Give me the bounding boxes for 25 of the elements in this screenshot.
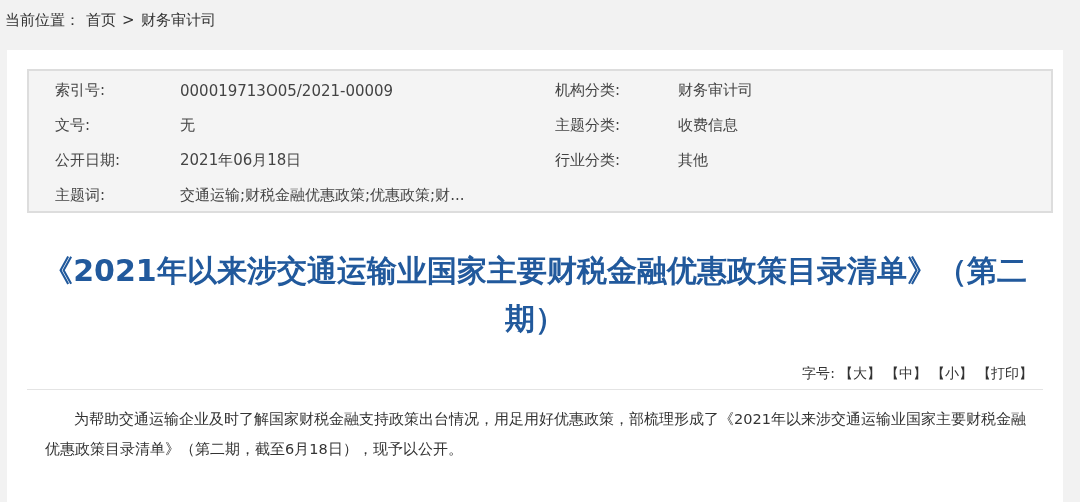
metadata-label: 主题分类:: [555, 116, 622, 135]
metadata-value: 其他: [678, 151, 709, 170]
metadata-value: 2021年06月18日: [180, 151, 303, 170]
metadata-label: 主题词:: [55, 186, 107, 205]
metadata-value: 收费信息: [678, 116, 739, 135]
article-paragraph: 为帮助交通运输企业及时了解国家财税金融支持政策出台情况，用足用好优惠政策，部梳理形成了《2021年以来涉交通运输业国家主要财税金融优惠政策目录清单》（第二期，截至6月18日），现予以公开。: [44, 410, 1027, 459]
metadata-label: 行业分类:: [555, 151, 622, 170]
metadata-label: 机构分类:: [555, 81, 622, 100]
breadcrumb-label: 当前位置：: [5, 10, 80, 30]
metadata-label: 索引号:: [55, 81, 107, 100]
breadcrumb-link[interactable]: 财务审计司: [140, 10, 216, 30]
font-size-option[interactable]: 【大】: [839, 365, 881, 383]
font-size-option[interactable]: 【打印】: [977, 365, 1033, 383]
metadata-value: 无: [180, 116, 196, 135]
metadata-value: 交通运输;财税金融优惠政策;优惠政策;财...: [180, 186, 466, 205]
metadata-value: 000019713O05/2021-00009: [180, 81, 395, 100]
font-size-option[interactable]: 【中】: [885, 365, 927, 383]
metadata-label: 公开日期:: [55, 151, 122, 170]
breadcrumb-link[interactable]: 首页: [86, 10, 116, 30]
metadata-label: 文号:: [55, 116, 92, 135]
breadcrumb-separator: >: [122, 11, 135, 29]
font-size-option[interactable]: 【小】: [931, 365, 973, 383]
font-size-label: 字号:: [802, 365, 835, 383]
article-title: 《2021年以来涉交通运输业国家主要财税金融优惠政策目录清单》（第二期）: [42, 252, 1028, 338]
metadata-value: 财务审计司: [678, 81, 754, 100]
